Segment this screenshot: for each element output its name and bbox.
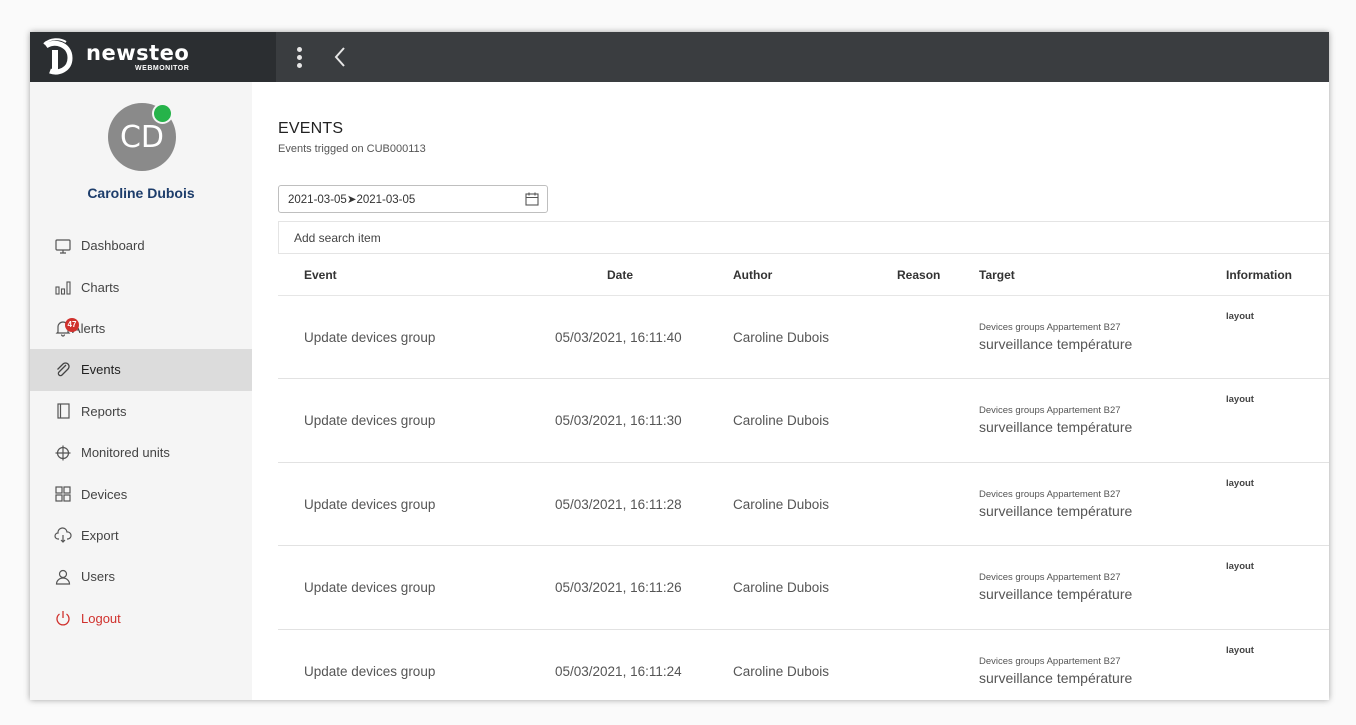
online-status-indicator [152, 103, 173, 124]
grid-icon [54, 485, 72, 503]
table-row[interactable]: Update devices group 05/03/2021, 16:11:2… [278, 546, 1329, 630]
date-cell: 05/03/2021, 16:11:26 [555, 580, 682, 596]
date-range-picker[interactable]: 2021-03-05➤2021-03-05 [278, 185, 548, 213]
power-icon [54, 609, 72, 627]
information-cell: layout [1226, 561, 1254, 573]
sidebar-item-alerts[interactable]: 47 Alerts [30, 308, 252, 349]
top-toolbar [292, 44, 348, 70]
column-header-author[interactable]: Author [733, 268, 772, 282]
table-row[interactable]: Update devices group 05/03/2021, 16:11:3… [278, 379, 1329, 463]
sidebar-item-logout[interactable]: Logout [30, 598, 252, 639]
date-cell: 05/03/2021, 16:11:24 [555, 663, 682, 679]
sidebar-item-label: Devices [81, 486, 128, 502]
monitor-icon [54, 237, 72, 255]
column-header-event[interactable]: Event [304, 268, 337, 282]
table-row[interactable]: Update devices group 05/03/2021, 16:11:4… [278, 296, 1329, 380]
more-menu-icon[interactable] [292, 44, 306, 70]
sidebar-item-label: Reports [81, 403, 127, 419]
calendar-icon[interactable] [524, 191, 540, 207]
author-cell: Caroline Dubois [733, 330, 830, 345]
sidebar-item-reports[interactable]: Reports [30, 391, 252, 432]
table-header: Event Date Author Reason Target Informat… [278, 254, 1329, 296]
event-cell: Update devices group [304, 580, 436, 596]
screen-background: newsteo WEBMONITOR CD Caroline Dubois Da… [0, 0, 1356, 725]
page-title: EVENTS [278, 120, 344, 137]
brand-text: newsteo WEBMONITOR [86, 40, 190, 72]
top-bar: newsteo WEBMONITOR [30, 32, 1329, 82]
event-cell: Update devices group [304, 330, 436, 345]
author-cell: Caroline Dubois [733, 663, 830, 679]
target-group-cell: Devices groups Appartement B27 [979, 488, 1121, 500]
sidebar-item-label: Users [81, 569, 115, 585]
date-cell: 05/03/2021, 16:11:40 [555, 330, 682, 345]
author-cell: Caroline Dubois [733, 496, 830, 512]
target-name-cell: surveillance température [979, 586, 1133, 603]
information-cell: layout [1226, 311, 1254, 322]
main-content: EVENTS Events trigged on CUB000113 2021-… [278, 82, 1329, 700]
alerts-count-badge: 47 [65, 317, 79, 332]
user-name[interactable]: Caroline Dubois [30, 185, 252, 201]
target-name-cell: surveillance température [979, 669, 1133, 686]
brand-subtitle: WEBMONITOR [135, 64, 190, 72]
sidebar-item-label: Dashboard [81, 238, 145, 254]
column-header-target[interactable]: Target [979, 268, 1015, 282]
events-table: Event Date Author Reason Target Informat… [278, 254, 1329, 700]
sidebar-item-users[interactable]: Users [30, 556, 252, 597]
information-cell: layout [1226, 644, 1254, 656]
sidebar-item-dashboard[interactable]: Dashboard [30, 225, 252, 266]
date-cell: 05/03/2021, 16:11:28 [555, 496, 682, 512]
sidebar-item-label: Monitored units [81, 445, 170, 461]
information-cell: layout [1226, 394, 1254, 406]
sidebar-item-label: Charts [81, 279, 120, 295]
collapse-sidebar-icon[interactable] [332, 44, 348, 70]
crosshair-icon [54, 444, 72, 462]
table-row[interactable]: Update devices group 05/03/2021, 16:11:2… [278, 630, 1329, 700]
target-group-cell: Devices groups Appartement B27 [979, 322, 1121, 333]
sidebar-item-label: Logout [81, 610, 121, 626]
column-header-date[interactable]: Date [607, 268, 633, 282]
brand[interactable]: newsteo WEBMONITOR [30, 32, 276, 82]
author-cell: Caroline Dubois [733, 413, 830, 429]
target-group-cell: Devices groups Appartement B27 [979, 405, 1121, 417]
user-icon [54, 568, 72, 586]
app-window: newsteo WEBMONITOR CD Caroline Dubois Da… [30, 32, 1329, 700]
target-name-cell: surveillance température [979, 502, 1133, 519]
report-icon [54, 402, 72, 420]
information-cell: layout [1226, 477, 1254, 489]
sidebar: CD Caroline Dubois Dashboard Charts 47 A… [30, 82, 252, 700]
table-row[interactable]: Update devices group 05/03/2021, 16:11:2… [278, 463, 1329, 547]
search-input[interactable]: Add search item [278, 221, 1329, 254]
date-cell: 05/03/2021, 16:11:30 [555, 413, 682, 429]
author-cell: Caroline Dubois [733, 580, 830, 596]
column-header-information[interactable]: Information [1226, 268, 1292, 282]
sidebar-item-export[interactable]: Export [30, 515, 252, 556]
date-range-value: 2021-03-05➤2021-03-05 [288, 194, 416, 206]
event-cell: Update devices group [304, 413, 436, 429]
target-group-cell: Devices groups Appartement B27 [979, 572, 1121, 584]
event-cell: Update devices group [304, 663, 436, 679]
paperclip-icon [54, 361, 72, 379]
sidebar-item-label: Export [81, 527, 119, 543]
newsteo-logo-icon [43, 38, 73, 75]
target-name-cell: surveillance température [979, 336, 1133, 352]
bar-chart-icon [54, 278, 72, 296]
sidebar-item-events[interactable]: Events [30, 349, 252, 391]
sidebar-item-devices[interactable]: Devices [30, 473, 252, 514]
event-cell: Update devices group [304, 496, 436, 512]
brand-name: newsteo [86, 40, 190, 65]
sidebar-item-label: Events [81, 362, 121, 378]
cloud-download-icon [54, 526, 72, 544]
target-name-cell: surveillance température [979, 419, 1133, 436]
target-group-cell: Devices groups Appartement B27 [979, 655, 1121, 667]
search-placeholder: Add search item [294, 230, 381, 245]
sidebar-nav: Dashboard Charts 47 Alerts Events Report… [30, 225, 252, 639]
column-header-reason[interactable]: Reason [897, 268, 940, 282]
sidebar-item-charts[interactable]: Charts [30, 266, 252, 307]
page-subtitle: Events trigged on CUB000113 [278, 143, 426, 155]
sidebar-item-monitored-units[interactable]: Monitored units [30, 432, 252, 473]
